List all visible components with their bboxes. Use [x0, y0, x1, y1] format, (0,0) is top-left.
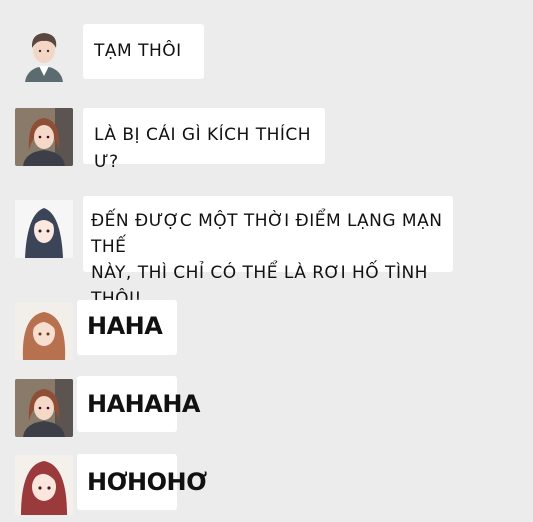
avatar-woman[interactable] [15, 455, 73, 515]
message-bubble[interactable]: HAHAHA [77, 376, 200, 432]
message-text: LÀ BỊ CÁI GÌ KÍCH THÍCH Ư? [94, 125, 312, 172]
message-bubble[interactable]: HAHA [77, 300, 177, 355]
message-bubble[interactable]: LÀ BỊ CÁI GÌ KÍCH THÍCH Ư? [83, 108, 325, 172]
avatar-woman[interactable] [15, 108, 73, 166]
avatar-woman[interactable] [15, 302, 73, 360]
message-bubble[interactable]: HƠHOHƠ [77, 454, 207, 510]
avatar-woman[interactable] [15, 200, 73, 258]
chat-screen: { "messages": [ {"sender": "man-short-ha… [0, 0, 533, 522]
message-text: ĐẾN ĐƯỢC MỘT THỜI ĐIỂM LẠNG MẠN THẾ NÀY,… [91, 211, 443, 309]
message-text: TẠM THÔI [94, 41, 182, 61]
message-text: HƠHOHƠ [87, 468, 207, 496]
message-text: HAHAHA [87, 390, 200, 418]
avatar-woman[interactable] [15, 379, 73, 437]
avatar-man[interactable] [15, 24, 73, 82]
message-bubble[interactable]: ĐẾN ĐƯỢC MỘT THỜI ĐIỂM LẠNG MẠN THẾ NÀY,… [83, 196, 453, 309]
message-text: HAHA [87, 312, 163, 340]
message-bubble[interactable]: TẠM THÔI [83, 24, 204, 79]
